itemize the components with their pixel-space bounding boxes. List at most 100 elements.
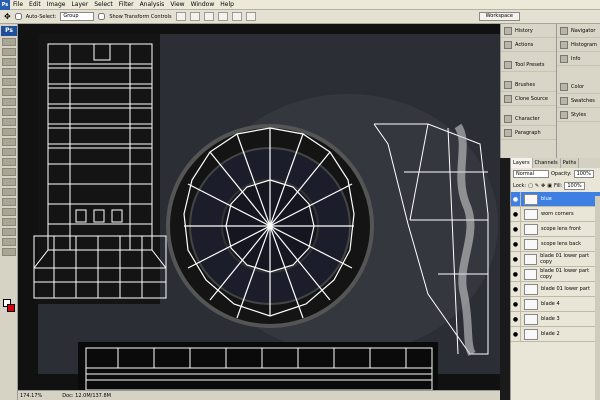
crop-tool[interactable] — [2, 78, 16, 86]
menu-select[interactable]: Select — [91, 0, 116, 10]
dock-brushes[interactable]: Brushes — [501, 78, 556, 92]
eyedropper-tool[interactable] — [2, 228, 16, 236]
dock-info[interactable]: Info — [557, 52, 600, 66]
layer-item[interactable]: ● blade 4 — [511, 296, 600, 312]
tab-layers[interactable]: Layers — [511, 158, 533, 168]
layer-thumbnail — [524, 223, 538, 235]
menu-analysis[interactable]: Analysis — [137, 0, 168, 10]
gradient-tool[interactable] — [2, 148, 16, 156]
visibility-eye-icon[interactable]: ● — [511, 221, 521, 237]
visibility-eye-icon[interactable]: ● — [511, 266, 521, 282]
pen-tool[interactable] — [2, 178, 16, 186]
background-color-swatch[interactable] — [7, 304, 15, 312]
visibility-eye-icon[interactable]: ● — [511, 236, 521, 252]
tab-channels[interactable]: Channels — [533, 158, 561, 168]
lock-move-icon[interactable]: ✥ — [541, 183, 545, 189]
auto-select-dropdown[interactable]: Group — [60, 12, 95, 21]
visibility-eye-icon[interactable]: ● — [511, 326, 521, 342]
dodge-tool[interactable] — [2, 168, 16, 176]
dock-color[interactable]: Color — [557, 80, 600, 94]
notes-tool[interactable] — [2, 218, 16, 226]
auto-select-checkbox[interactable] — [14, 13, 22, 20]
dock-navigator[interactable]: Navigator — [557, 24, 600, 38]
opacity-field[interactable]: 100% — [573, 170, 594, 178]
history-icon — [504, 26, 512, 35]
status-bar: 174.17% Doc: 12.0M/137.8M — [18, 390, 500, 400]
menu-layer[interactable]: Layer — [68, 0, 91, 10]
align-top-button[interactable] — [175, 12, 186, 21]
align-right-button[interactable] — [245, 12, 256, 21]
visibility-eye-icon[interactable]: ● — [511, 281, 521, 297]
dock-clone-source[interactable]: Clone Source — [501, 92, 556, 106]
align-bottom-button[interactable] — [203, 12, 214, 21]
align-center-button[interactable] — [231, 12, 242, 21]
fill-field[interactable]: 100% — [564, 182, 585, 190]
dock-histogram[interactable]: Histogram — [557, 38, 600, 52]
menu-help[interactable]: Help — [217, 0, 237, 10]
type-tool[interactable] — [2, 188, 16, 196]
path-select-tool[interactable] — [2, 198, 16, 206]
visibility-eye-icon[interactable]: ● — [511, 206, 521, 222]
info-icon — [560, 54, 568, 63]
menu-image[interactable]: Image — [44, 0, 69, 10]
workspace-button[interactable]: Workspace — [478, 12, 520, 21]
slice-tool[interactable] — [2, 88, 16, 96]
layer-thumbnail — [524, 193, 538, 205]
magic-wand-tool[interactable] — [2, 68, 16, 76]
menu-filter[interactable]: Filter — [116, 0, 137, 10]
visibility-eye-icon[interactable]: ● — [511, 311, 521, 327]
blend-mode-select[interactable]: Normal — [513, 170, 549, 178]
move-tool-icon[interactable]: ✥ — [4, 12, 11, 21]
layers-scrollbar[interactable] — [595, 196, 600, 400]
layer-item[interactable]: ● blade 01 lower part — [511, 281, 600, 297]
dock-character[interactable]: Character — [501, 112, 556, 126]
document-canvas[interactable] — [18, 24, 500, 390]
align-left-button[interactable] — [217, 12, 228, 21]
align-middle-button[interactable] — [189, 12, 200, 21]
tab-paths[interactable]: Paths — [561, 158, 580, 168]
layer-item[interactable]: ● blue — [511, 191, 600, 207]
dock-styles[interactable]: Styles — [557, 108, 600, 122]
layer-item[interactable]: ● worn corners — [511, 206, 600, 222]
visibility-eye-icon[interactable]: ● — [511, 296, 521, 312]
layer-item[interactable]: ● blade 01 lower part copy — [511, 251, 600, 267]
move-tool[interactable] — [2, 38, 16, 46]
lock-transparency-icon[interactable]: ▢ — [528, 183, 533, 189]
swatches-icon — [560, 96, 568, 105]
layer-thumbnail — [524, 208, 538, 220]
zoom-tool[interactable] — [2, 248, 16, 256]
brush-tool[interactable] — [2, 108, 16, 116]
blur-tool[interactable] — [2, 158, 16, 166]
layer-item[interactable]: ● scope lens back — [511, 236, 600, 252]
dock-actions[interactable]: Actions — [501, 38, 556, 52]
menu-view[interactable]: View — [167, 0, 187, 10]
dock-tool-presets[interactable]: Tool Presets — [501, 58, 556, 72]
dock-paragraph[interactable]: Paragraph — [501, 126, 556, 140]
visibility-eye-icon[interactable]: ● — [511, 251, 521, 267]
paragraph-icon — [504, 128, 512, 137]
healing-tool[interactable] — [2, 98, 16, 106]
marquee-tool[interactable] — [2, 48, 16, 56]
dock-swatches[interactable]: Swatches — [557, 94, 600, 108]
layer-item[interactable]: ● scope lens front — [511, 221, 600, 237]
lock-paint-icon[interactable]: ✎ — [535, 183, 539, 189]
menu-edit[interactable]: Edit — [26, 0, 44, 10]
layer-item[interactable]: ● blade 3 — [511, 311, 600, 327]
lasso-tool[interactable] — [2, 58, 16, 66]
layer-item[interactable]: ● blade 01 lower part copy — [511, 266, 600, 282]
shape-tool[interactable] — [2, 208, 16, 216]
transform-controls-checkbox[interactable] — [98, 13, 106, 20]
dock-history[interactable]: History — [501, 24, 556, 38]
menu-window[interactable]: Window — [188, 0, 218, 10]
scope-lens — [166, 124, 374, 328]
history-brush-tool[interactable] — [2, 128, 16, 136]
layer-item[interactable]: ● blade 2 — [511, 326, 600, 342]
toolbox: Ps — [0, 24, 18, 400]
zoom-level[interactable]: 174.17% — [20, 393, 42, 399]
visibility-eye-icon[interactable]: ● — [511, 191, 521, 207]
stamp-tool[interactable] — [2, 118, 16, 126]
eraser-tool[interactable] — [2, 138, 16, 146]
hand-tool[interactable] — [2, 238, 16, 246]
menu-file[interactable]: File — [10, 0, 26, 10]
lock-all-icon[interactable]: ▣ — [547, 183, 552, 189]
